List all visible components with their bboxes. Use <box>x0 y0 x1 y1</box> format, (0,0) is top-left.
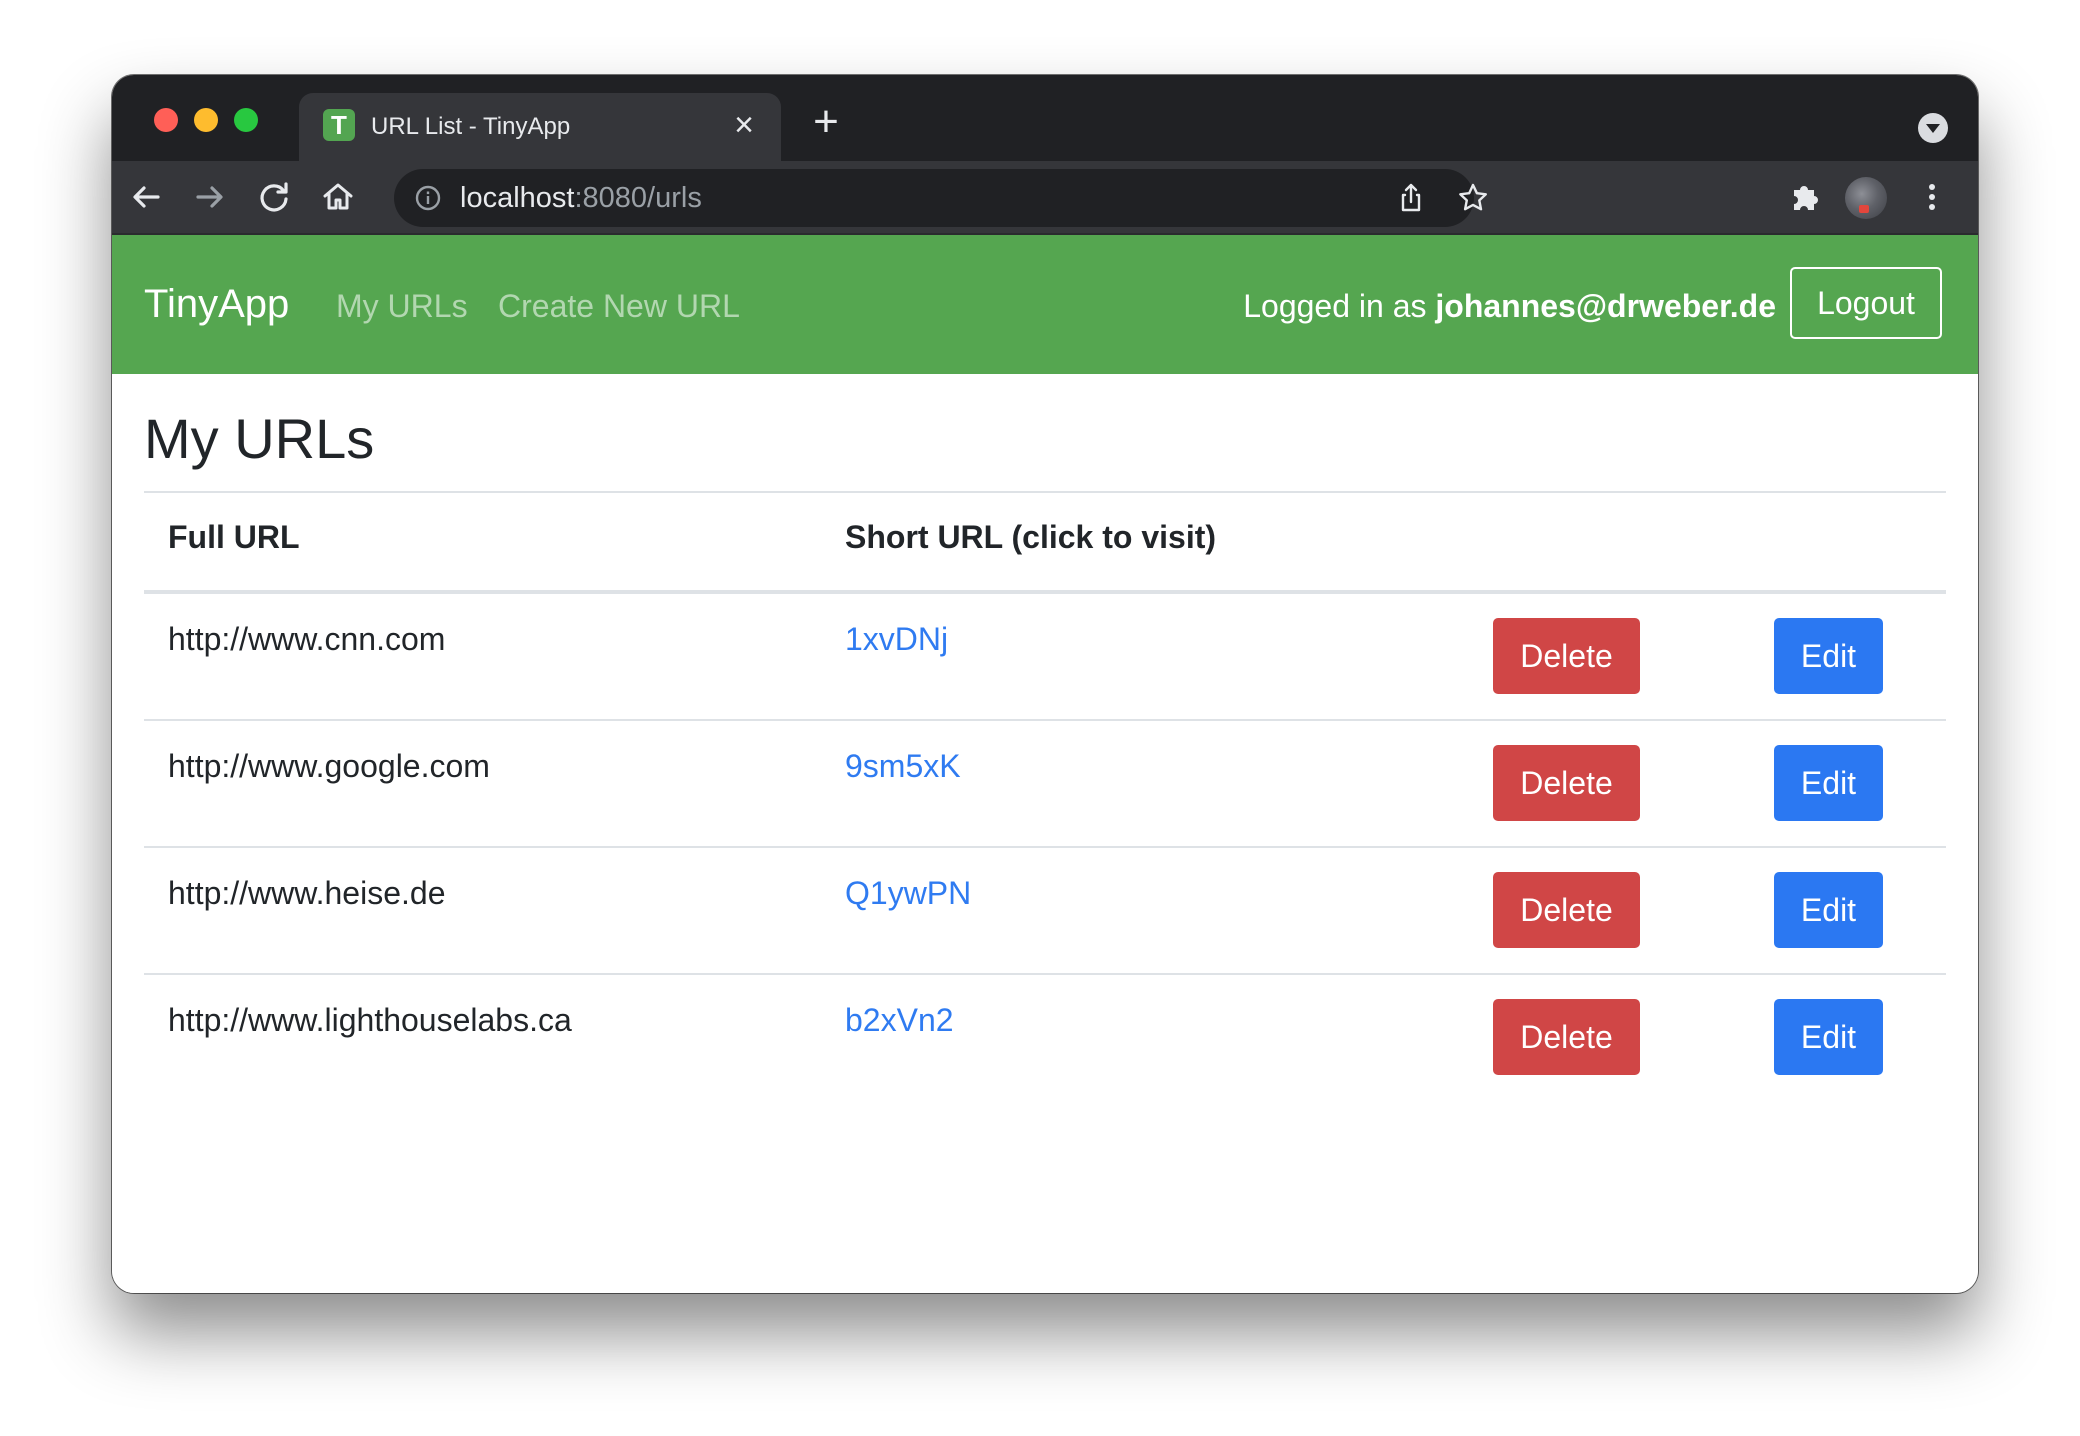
short-url-link[interactable]: b2xVn2 <box>845 1001 954 1039</box>
app-navbar: TinyApp My URLs Create New URL Logged in… <box>112 235 1978 374</box>
column-header-short-url: Short URL (click to visit) <box>845 519 1217 555</box>
minimize-window-button[interactable] <box>194 108 218 132</box>
short-url-link[interactable]: Q1ywPN <box>845 874 971 912</box>
profile-avatar[interactable] <box>1845 177 1887 219</box>
full-url-cell: http://www.cnn.com <box>168 621 446 657</box>
delete-button[interactable]: Delete <box>1493 999 1640 1075</box>
star-icon[interactable] <box>1456 181 1490 215</box>
share-icon[interactable] <box>1394 181 1428 215</box>
extensions-puzzle-icon[interactable] <box>1782 175 1826 219</box>
url-path: :8080/urls <box>574 182 702 214</box>
nav-link-my-urls[interactable]: My URLs <box>336 287 468 325</box>
login-status: Logged in as johannes@drweber.de <box>1243 287 1776 325</box>
logout-button[interactable]: Logout <box>1790 267 1942 339</box>
address-url[interactable]: localhost:8080/urls <box>460 181 702 215</box>
zoom-window-button[interactable] <box>234 108 258 132</box>
brand-link[interactable]: TinyApp <box>144 281 289 327</box>
new-tab-icon[interactable]: + <box>808 100 844 144</box>
browser-toolbar: localhost:8080/urls <box>112 161 1978 235</box>
address-bar[interactable]: localhost:8080/urls <box>394 169 1487 227</box>
tab-title: URL List - TinyApp <box>371 113 571 140</box>
full-url-cell: http://www.google.com <box>168 748 490 784</box>
back-arrow-icon[interactable] <box>124 175 168 219</box>
edit-button[interactable]: Edit <box>1774 872 1883 948</box>
column-header-full-url: Full URL <box>168 519 300 555</box>
full-url-cell: http://www.heise.de <box>168 875 446 911</box>
edit-button[interactable]: Edit <box>1774 745 1883 821</box>
delete-button[interactable]: Delete <box>1493 872 1640 948</box>
login-prefix: Logged in as <box>1243 288 1436 324</box>
tab-url-list[interactable]: T URL List - TinyApp × <box>299 93 781 161</box>
divider <box>144 491 1946 493</box>
close-tab-icon[interactable]: × <box>729 108 759 142</box>
short-url-link[interactable]: 9sm5xK <box>845 747 961 785</box>
home-icon[interactable] <box>316 175 360 219</box>
delete-button[interactable]: Delete <box>1493 745 1640 821</box>
browser-window: T URL List - TinyApp × + localhost:8080/… <box>112 75 1978 1293</box>
reload-icon[interactable] <box>252 175 296 219</box>
url-host: localhost <box>460 182 575 214</box>
user-email: johannes@drweber.de <box>1435 288 1776 324</box>
tinyapp-favicon-icon: T <box>323 109 355 141</box>
edit-button[interactable]: Edit <box>1774 999 1883 1075</box>
more-vertical-icon[interactable] <box>1910 175 1954 219</box>
tab-search-icon[interactable] <box>1918 113 1948 143</box>
full-url-cell: http://www.lighthouselabs.ca <box>168 1002 572 1038</box>
nav-link-create-new-url[interactable]: Create New URL <box>498 287 740 325</box>
delete-button[interactable]: Delete <box>1493 618 1640 694</box>
table-row: http://www.google.com 9sm5xK Delete Edit <box>144 721 1946 848</box>
short-url-link[interactable]: 1xvDNj <box>845 620 948 658</box>
info-icon[interactable] <box>414 184 442 212</box>
tab-strip: T URL List - TinyApp × + <box>112 75 1978 161</box>
close-window-button[interactable] <box>154 108 178 132</box>
table-row: http://www.lighthouselabs.ca b2xVn2 Dele… <box>144 975 1946 1102</box>
table-row: http://www.cnn.com 1xvDNj Delete Edit <box>144 594 1946 721</box>
edit-button[interactable]: Edit <box>1774 618 1883 694</box>
forward-arrow-icon[interactable] <box>188 175 232 219</box>
page-title: My URLs <box>144 407 375 470</box>
table-row: http://www.heise.de Q1ywPN Delete Edit <box>144 848 1946 975</box>
page-content: TinyApp My URLs Create New URL Logged in… <box>112 235 1978 1293</box>
